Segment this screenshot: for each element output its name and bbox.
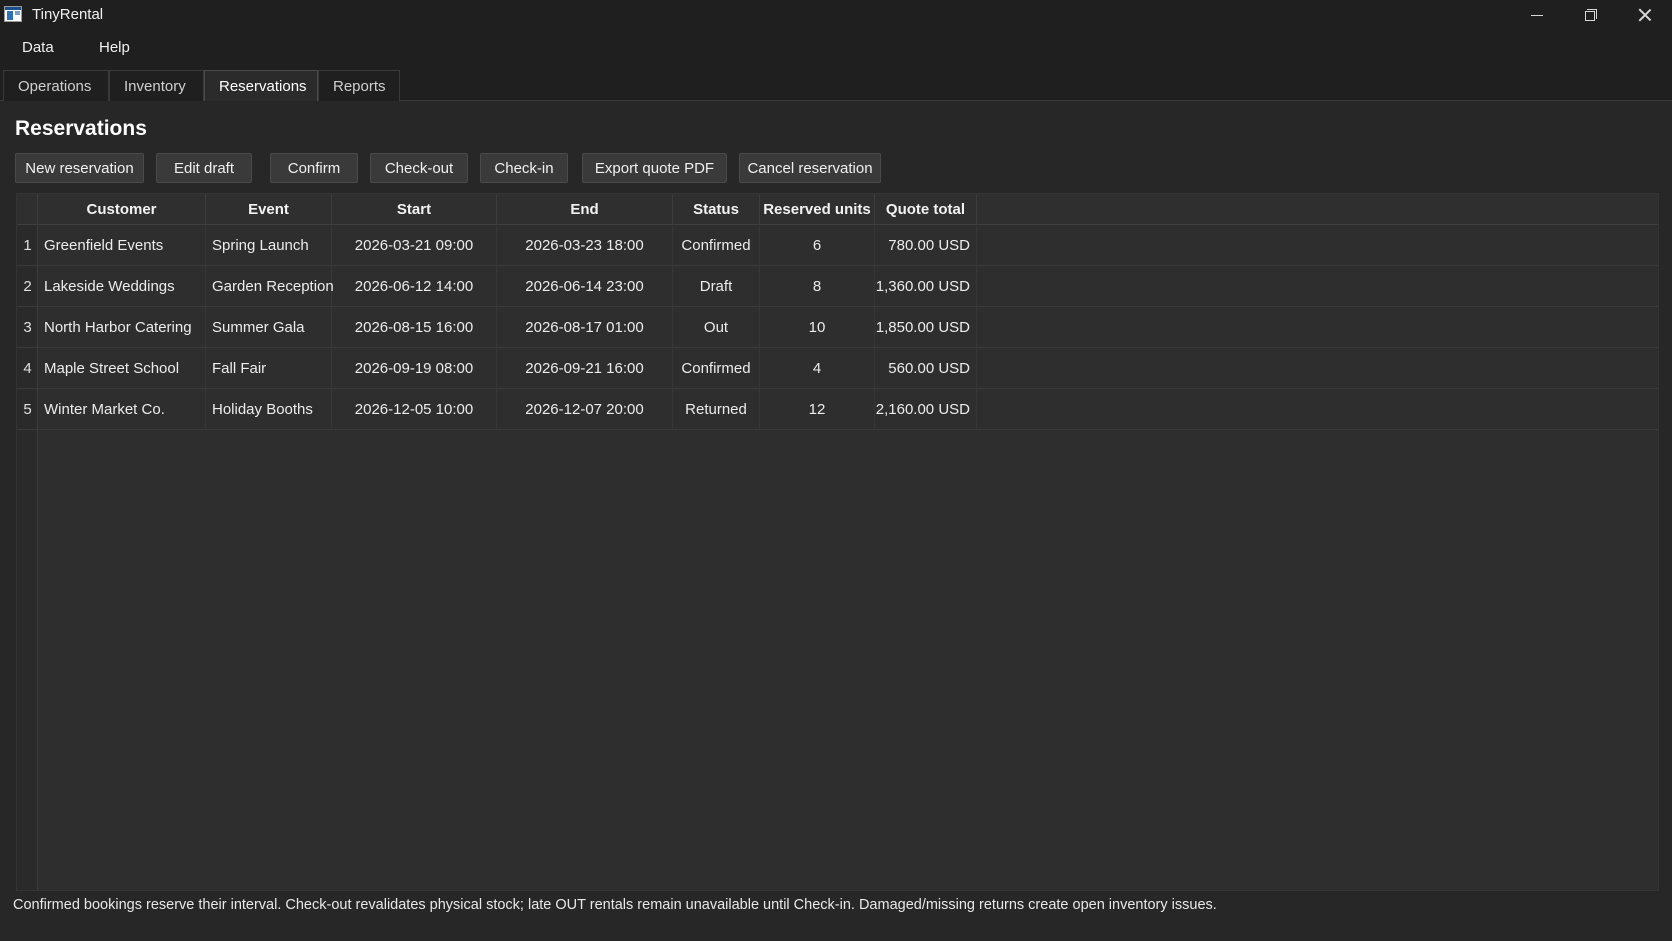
cell-customer[interactable]: Lakeside Weddings — [38, 266, 206, 307]
row-number[interactable]: 5 — [17, 389, 38, 430]
cell-reserved-units[interactable]: 12 — [760, 389, 875, 430]
column-header-end[interactable]: End — [497, 194, 673, 225]
cell-start[interactable]: 2026-09-19 08:00 — [332, 348, 497, 389]
app-window-icon — [4, 6, 22, 22]
table-row[interactable]: 5 Winter Market Co. Holiday Booths 2026-… — [17, 389, 1658, 430]
table-row[interactable]: 4 Maple Street School Fall Fair 2026-09-… — [17, 348, 1658, 389]
cell-status[interactable]: Out — [673, 307, 760, 348]
cell-quote-total[interactable]: 2,160.00 USD — [875, 389, 977, 430]
table-row[interactable]: 2 Lakeside Weddings Garden Reception 202… — [17, 266, 1658, 307]
restore-button[interactable] — [1564, 0, 1618, 30]
restore-icon — [1585, 9, 1597, 21]
tab-operations[interactable]: Operations — [3, 70, 109, 101]
close-icon — [1638, 8, 1652, 22]
cell-event[interactable]: Holiday Booths — [206, 389, 332, 430]
cell-event[interactable]: Spring Launch — [206, 225, 332, 266]
cell-status[interactable]: Draft — [673, 266, 760, 307]
cell-reserved-units[interactable]: 8 — [760, 266, 875, 307]
window-title: TinyRental — [32, 6, 104, 23]
reservations-table[interactable]: Customer Event Start End Status Reserved… — [16, 193, 1659, 891]
cell-event[interactable]: Garden Reception — [206, 266, 334, 307]
cell-reserved-units[interactable]: 6 — [760, 225, 875, 266]
column-header-event[interactable]: Event — [206, 194, 332, 225]
cell-customer[interactable]: North Harbor Catering — [38, 307, 206, 348]
cell-customer[interactable]: Greenfield Events — [38, 225, 206, 266]
app-window: TinyRental Data Help Operations Inventor… — [0, 0, 1672, 941]
page-title: Reservations — [15, 117, 147, 140]
corner-cell[interactable] — [17, 194, 38, 225]
cell-status[interactable]: Confirmed — [673, 225, 760, 266]
table-header: Customer Event Start End Status Reserved… — [17, 194, 1658, 225]
check-out-button[interactable]: Check-out — [370, 153, 468, 183]
cell-start[interactable]: 2026-03-21 09:00 — [332, 225, 497, 266]
cell-quote-total[interactable]: 780.00 USD — [875, 225, 977, 266]
cancel-reservation-button[interactable]: Cancel reservation — [739, 153, 881, 183]
table-row[interactable]: 1 Greenfield Events Spring Launch 2026-0… — [17, 225, 1658, 266]
tab-reports[interactable]: Reports — [318, 70, 400, 101]
cell-quote-total[interactable]: 1,850.00 USD — [875, 307, 977, 348]
menu-bar: Data Help — [0, 30, 1672, 66]
title-bar: TinyRental — [0, 0, 1672, 30]
new-reservation-button[interactable]: New reservation — [15, 153, 144, 183]
cell-status[interactable]: Confirmed — [673, 348, 760, 389]
cell-event[interactable]: Summer Gala — [206, 307, 332, 348]
cell-end[interactable]: 2026-08-17 01:00 — [497, 307, 673, 348]
edit-draft-button[interactable]: Edit draft — [156, 153, 252, 183]
table-row[interactable]: 3 North Harbor Catering Summer Gala 2026… — [17, 307, 1658, 348]
tab-reservations[interactable]: Reservations — [204, 70, 318, 101]
cell-reserved-units[interactable]: 4 — [760, 348, 875, 389]
check-in-button[interactable]: Check-in — [480, 153, 568, 183]
cell-event[interactable]: Fall Fair — [206, 348, 332, 389]
cell-end[interactable]: 2026-09-21 16:00 — [497, 348, 673, 389]
row-number[interactable]: 1 — [17, 225, 38, 266]
cell-quote-total[interactable]: 560.00 USD — [875, 348, 977, 389]
cell-reserved-units[interactable]: 10 — [760, 307, 875, 348]
menu-data[interactable]: Data — [22, 39, 54, 56]
minimize-icon — [1531, 14, 1543, 16]
row-number[interactable]: 3 — [17, 307, 38, 348]
cell-status[interactable]: Returned — [673, 389, 760, 430]
close-button[interactable] — [1618, 0, 1672, 30]
cell-start[interactable]: 2026-12-05 10:00 — [332, 389, 497, 430]
export-quote-pdf-button[interactable]: Export quote PDF — [582, 153, 727, 183]
cell-end[interactable]: 2026-06-14 23:00 — [497, 266, 673, 307]
row-number[interactable]: 4 — [17, 348, 38, 389]
confirm-button[interactable]: Confirm — [270, 153, 358, 183]
footer-note: Confirmed bookings reserve their interva… — [13, 897, 1217, 913]
tab-bar: Operations Inventory Reservations Report… — [0, 66, 1672, 101]
column-header-reserved-units[interactable]: Reserved units — [760, 194, 875, 225]
column-header-start[interactable]: Start — [332, 194, 497, 225]
tab-inventory[interactable]: Inventory — [109, 70, 204, 101]
cell-start[interactable]: 2026-06-12 14:00 — [332, 266, 497, 307]
minimize-button[interactable] — [1510, 0, 1564, 30]
cell-end[interactable]: 2026-03-23 18:00 — [497, 225, 673, 266]
cell-quote-total[interactable]: 1,360.00 USD — [875, 266, 977, 307]
cell-start[interactable]: 2026-08-15 16:00 — [332, 307, 497, 348]
column-header-customer[interactable]: Customer — [38, 194, 206, 225]
cell-end[interactable]: 2026-12-07 20:00 — [497, 389, 673, 430]
row-number[interactable]: 2 — [17, 266, 38, 307]
column-header-quote-total[interactable]: Quote total — [875, 194, 977, 225]
cell-customer[interactable]: Winter Market Co. — [38, 389, 206, 430]
column-header-status[interactable]: Status — [673, 194, 760, 225]
cell-customer[interactable]: Maple Street School — [38, 348, 206, 389]
menu-help[interactable]: Help — [99, 39, 130, 56]
